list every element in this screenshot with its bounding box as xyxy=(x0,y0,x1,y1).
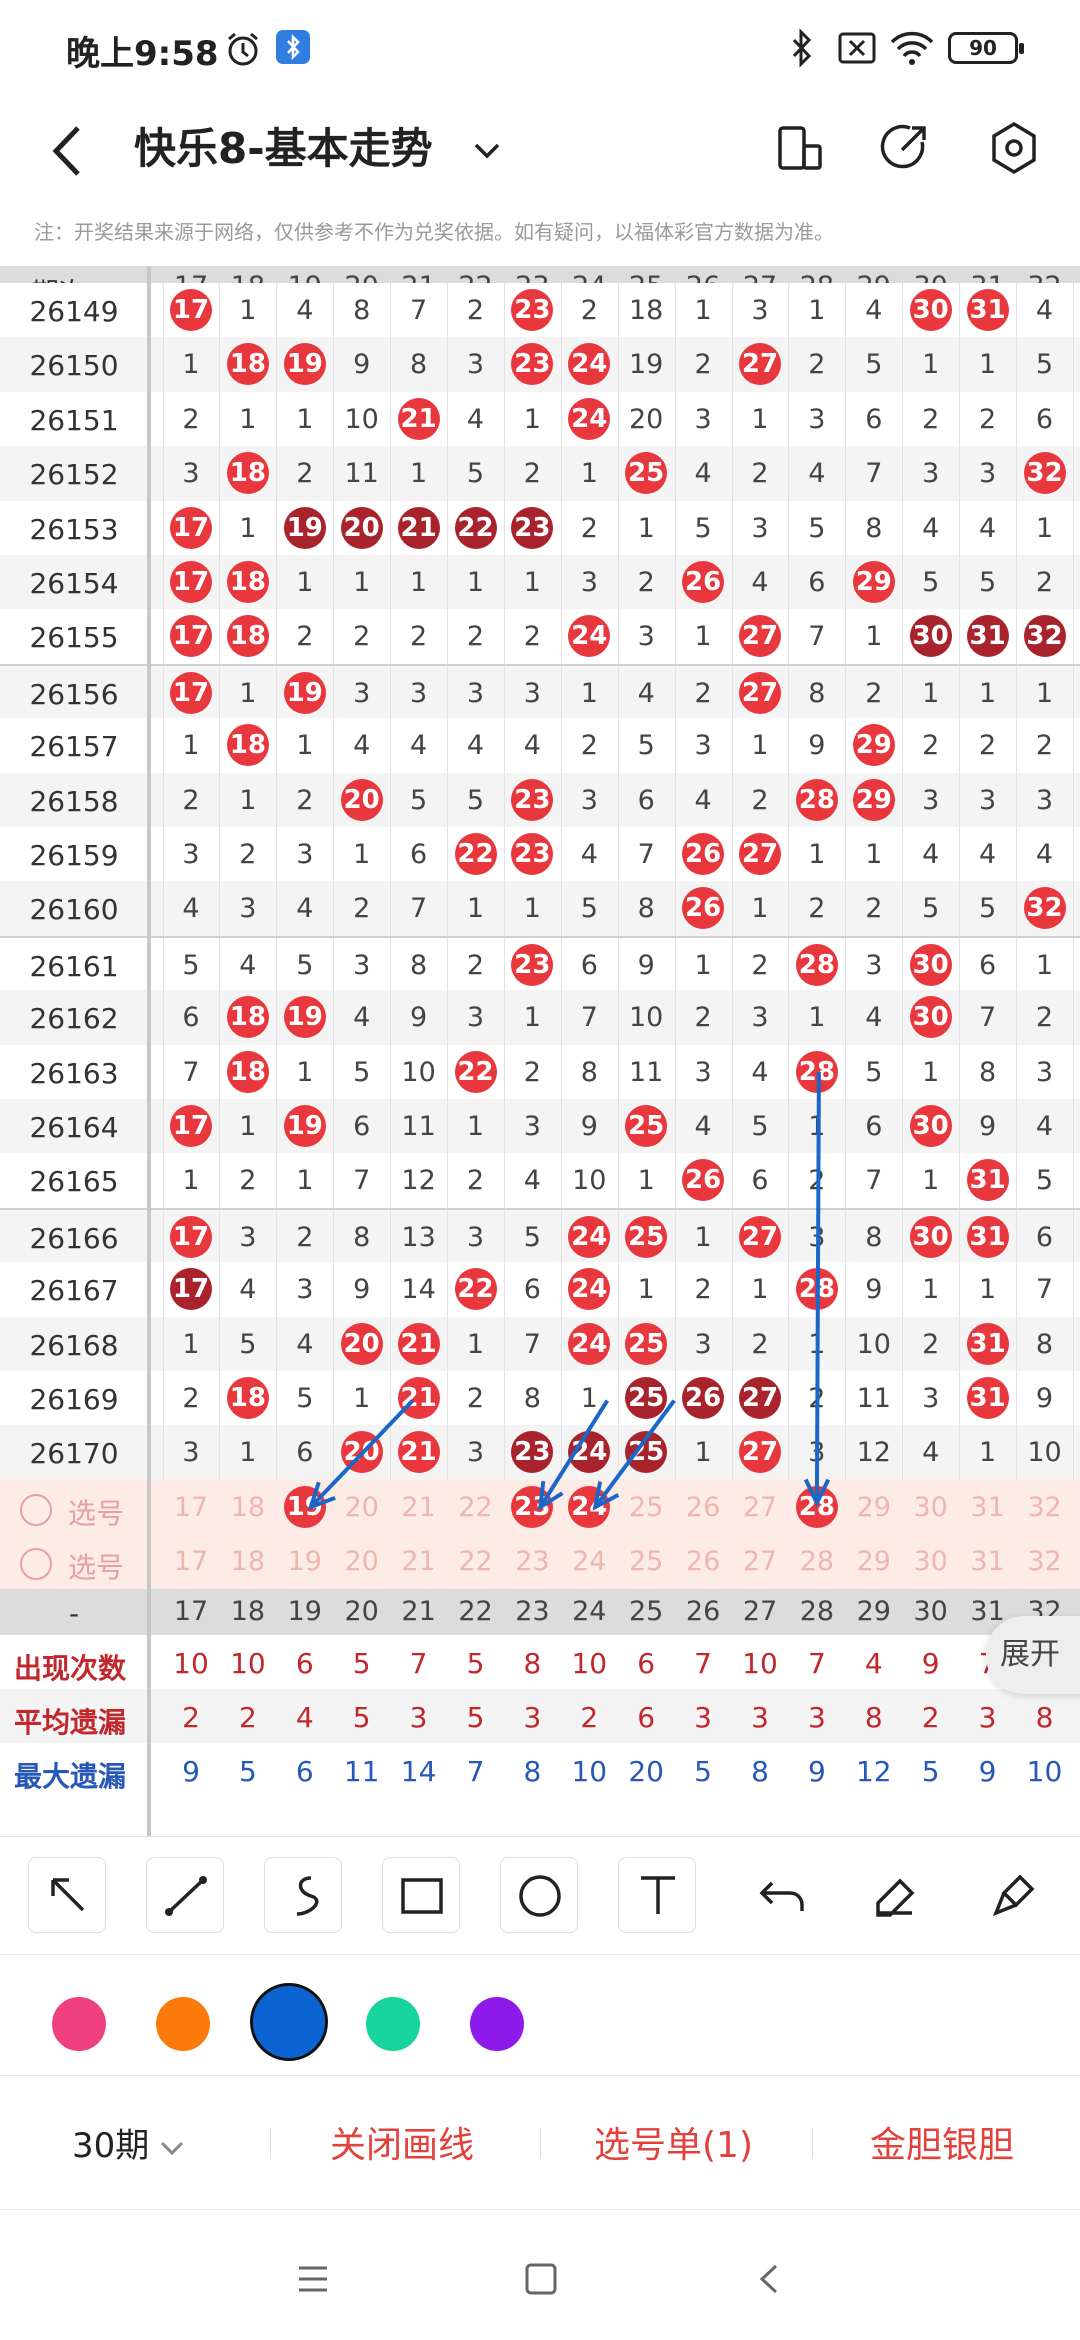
undo-icon[interactable] xyxy=(744,1857,822,1933)
color-purple-swatch[interactable] xyxy=(470,1997,524,2051)
drawn-arrows xyxy=(307,1071,831,1511)
drawn-arrow-line xyxy=(309,1399,415,1509)
home-icon[interactable] xyxy=(524,2262,558,2296)
bottom-action-bar: 30期 关闭画线 选号单(1) 金胆银胆 xyxy=(0,2076,1080,2210)
system-nav-bar xyxy=(0,2210,1080,2340)
share-icon[interactable] xyxy=(874,118,934,178)
curve-tool-icon[interactable] xyxy=(264,1857,342,1933)
chevron-down-icon[interactable] xyxy=(470,134,504,168)
drawing-toolbar xyxy=(0,1836,1080,1954)
color-palette xyxy=(0,1954,1080,2076)
rectangle-tool-icon[interactable] xyxy=(382,1857,460,1933)
phone-layout-icon[interactable] xyxy=(770,118,830,178)
sim-off-icon xyxy=(838,32,876,64)
period-select[interactable]: 30期 xyxy=(72,2118,187,2167)
menu-icon[interactable] xyxy=(296,2264,330,2294)
text-tool-icon[interactable] xyxy=(618,1857,696,1933)
drawn-arrow-line xyxy=(814,1071,821,1504)
wifi-icon xyxy=(890,31,934,65)
clear-brush-icon[interactable] xyxy=(974,1857,1052,1933)
status-bar: 晚上9:58 90 xyxy=(0,0,1080,96)
divider xyxy=(812,2128,813,2158)
eraser-icon[interactable] xyxy=(856,1857,934,1933)
back-arrow-icon[interactable] xyxy=(44,118,94,184)
line-tool-icon[interactable] xyxy=(146,1857,224,1933)
status-time: 晚上9:58 xyxy=(66,34,219,74)
divider xyxy=(270,2128,271,2158)
color-orange-swatch[interactable] xyxy=(156,1997,210,2051)
circle-tool-icon[interactable] xyxy=(500,1857,578,1933)
bluetooth-app-icon xyxy=(276,30,310,64)
arrow-tool-icon[interactable] xyxy=(28,1857,106,1933)
trend-table[interactable]: 期次▲ 17181920212223242526272829303132 261… xyxy=(0,266,1080,1836)
close-lines-button[interactable]: 关闭画线 xyxy=(330,2116,474,2168)
nav-back-icon[interactable] xyxy=(754,2262,784,2296)
page-title[interactable]: 快乐8-基本走势 xyxy=(134,116,433,182)
app-header: 快乐8-基本走势 xyxy=(0,96,1080,208)
drawn-arrow-head xyxy=(537,1480,564,1511)
bluetooth-icon xyxy=(792,28,812,68)
drawn-arrow-line xyxy=(593,1399,676,1509)
battery-icon: 90 xyxy=(948,32,1024,64)
gold-silver-button[interactable]: 金胆银胆 xyxy=(870,2116,1014,2168)
color-pink-swatch[interactable] xyxy=(52,1997,106,2051)
disclaimer-text: 注：开奖结果来源于网络，仅供参考不作为兑奖依据。如有疑问，以福体彩官方数据为准。 xyxy=(34,220,834,244)
expand-button[interactable]: 展开 xyxy=(986,1616,1080,1694)
color-blue-swatch-selected[interactable] xyxy=(250,1983,328,2061)
settings-icon[interactable] xyxy=(984,118,1044,178)
pick-list-button[interactable]: 选号单(1) xyxy=(594,2116,753,2168)
color-green-swatch[interactable] xyxy=(366,1997,420,2051)
chevron-down-icon xyxy=(161,2141,184,2155)
alarm-icon xyxy=(228,32,258,66)
divider xyxy=(540,2128,541,2158)
